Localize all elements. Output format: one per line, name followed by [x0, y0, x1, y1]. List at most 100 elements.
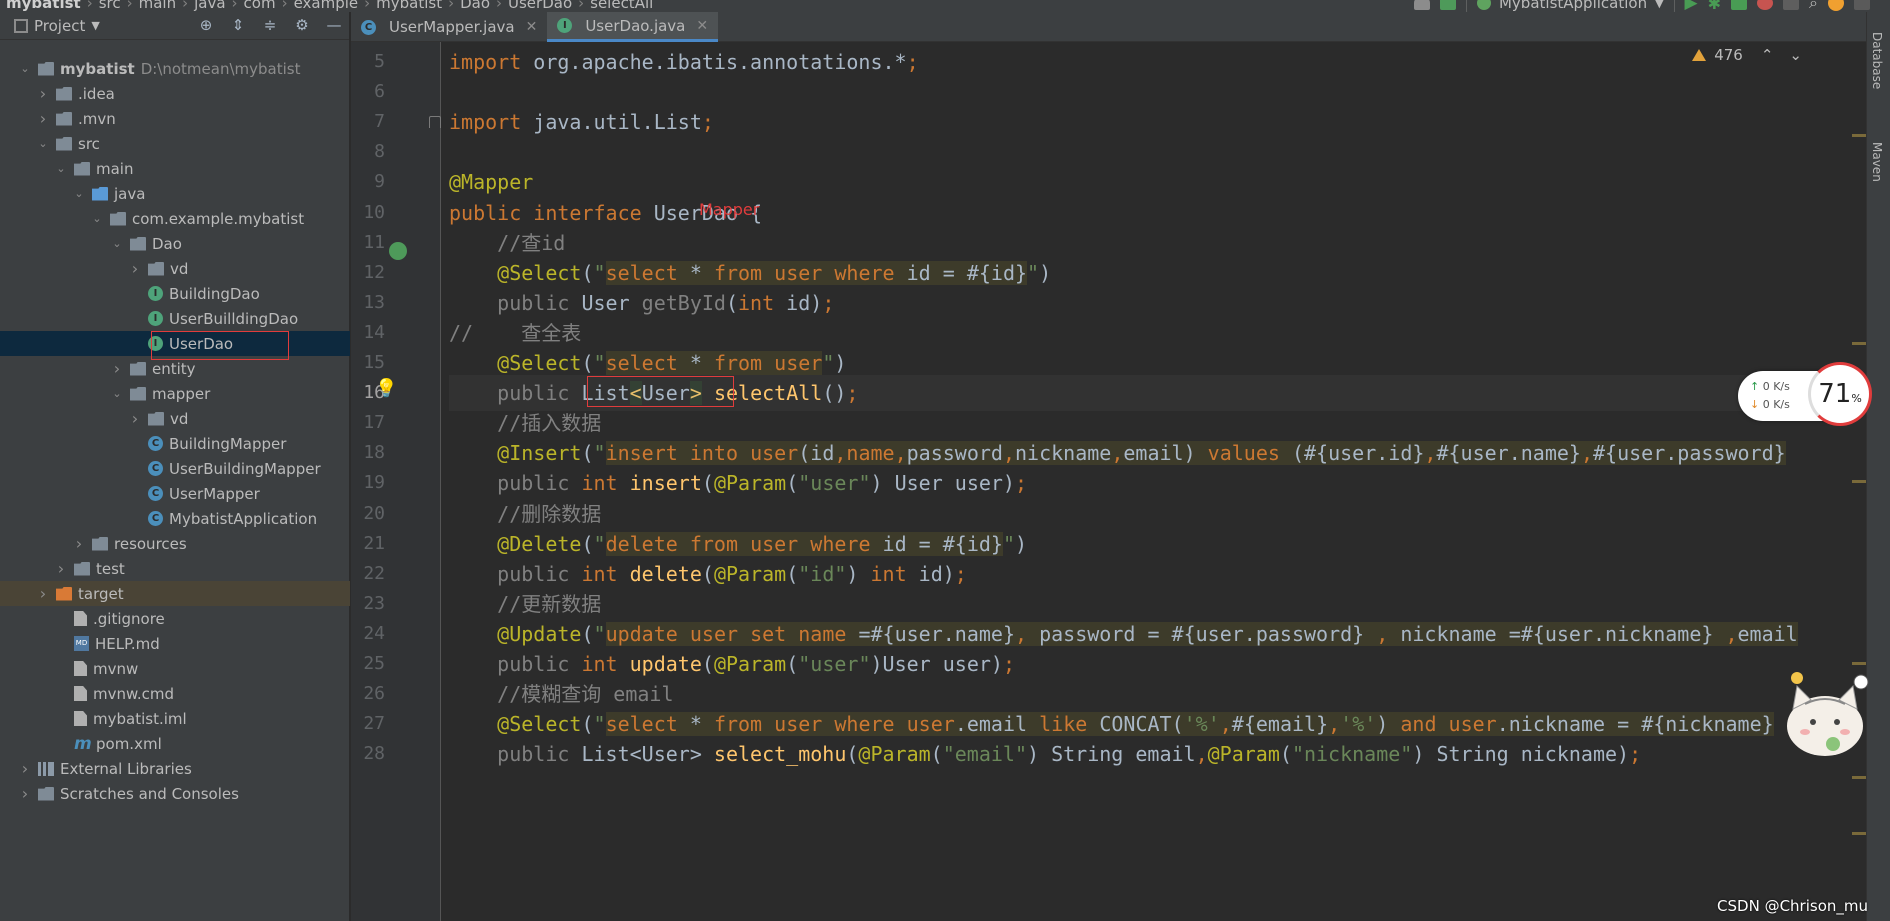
- chevron-down-icon[interactable]: ⌄: [54, 162, 68, 176]
- chevron-right-icon[interactable]: ›: [36, 584, 50, 603]
- tree-item-scratches-and-consoles[interactable]: › Scratches and Consoles: [0, 781, 350, 806]
- chevron-down-icon[interactable]: ⌄: [18, 62, 32, 76]
- stop-icon[interactable]: [1783, 0, 1800, 10]
- chevron-down-icon[interactable]: ⌄: [36, 137, 50, 151]
- tab-usermapper-java[interactable]: C UserMapper.java ✕: [351, 12, 547, 42]
- tree-item-src[interactable]: ⌄ src: [0, 131, 350, 156]
- breadcrumb-item[interactable]: com: [238, 0, 282, 12]
- breadcrumb-item[interactable]: UserDao: [502, 0, 578, 12]
- chevron-right-icon[interactable]: ›: [72, 534, 86, 553]
- code-line[interactable]: import java.util.List;: [449, 104, 714, 140]
- chevron-down-icon[interactable]: ⌄: [90, 212, 104, 226]
- tab-userdao-java[interactable]: I UserDao.java ✕: [547, 12, 719, 42]
- tree-item-java[interactable]: ⌄ java: [0, 181, 350, 206]
- tree-item-main[interactable]: ⌄ main: [0, 156, 350, 181]
- tree-item-target[interactable]: › target: [0, 581, 350, 606]
- tree-item-test[interactable]: › test: [0, 556, 350, 581]
- upload-speed: ↑ 0 K/s: [1750, 380, 1790, 393]
- tree-item-label: Dao: [152, 234, 182, 253]
- tree-item-mvnw-cmd[interactable]: mvnw.cmd: [0, 681, 350, 706]
- tree-item-userbuildingmapper[interactable]: C UserBuildingMapper: [0, 456, 350, 481]
- breadcrumb-item[interactable]: java: [188, 0, 231, 12]
- fold-marker[interactable]: [429, 116, 441, 128]
- tree-item-label: mapper: [152, 384, 211, 403]
- update-icon[interactable]: [1828, 0, 1844, 11]
- tree-item-resources[interactable]: › resources: [0, 531, 350, 556]
- locate-icon[interactable]: ⊕: [197, 16, 215, 34]
- tree-item-vd[interactable]: › vd: [0, 406, 350, 431]
- chevron-right-icon[interactable]: ›: [36, 109, 50, 128]
- run-configuration-select[interactable]: MybatistApplication ▼: [1465, 0, 1675, 12]
- gear-icon[interactable]: ⚙: [293, 16, 311, 34]
- chevron-right-icon[interactable]: ›: [18, 784, 32, 803]
- code-line[interactable]: public List<User> select_mohu(@Param("em…: [449, 736, 1641, 772]
- tree-item-entity[interactable]: › entity: [0, 356, 350, 381]
- coverage-icon[interactable]: [1731, 0, 1748, 10]
- settings-icon[interactable]: [1854, 0, 1870, 10]
- breadcrumb-item[interactable]: main: [133, 0, 182, 12]
- tree-item-mapper[interactable]: ⌄ mapper: [0, 381, 350, 406]
- chevron-right-icon[interactable]: ›: [128, 409, 142, 428]
- close-icon[interactable]: ✕: [696, 18, 708, 34]
- tree-item-gitignore[interactable]: .gitignore: [0, 606, 350, 631]
- code-editor[interactable]: 5 6 7 8 9 10 11 12 13 14 15 16 17 18 19 20 21 22 23 24 25 26 2…: [351, 42, 1866, 921]
- folder-icon: [130, 361, 146, 376]
- maven-tool-tab[interactable]: Maven: [1870, 142, 1884, 182]
- tree-item-help-md[interactable]: MD HELP.md: [0, 631, 350, 656]
- code-area[interactable]: import org.apache.ibatis.annotations.*; i…: [449, 42, 1866, 921]
- tree-item-userdao[interactable]: I UserDao: [0, 331, 350, 356]
- hide-icon[interactable]: —: [325, 16, 343, 34]
- chevron-down-icon[interactable]: ⌄: [72, 187, 86, 201]
- chevron-right-icon[interactable]: ›: [18, 759, 32, 778]
- close-icon[interactable]: ✕: [526, 19, 538, 35]
- tree-item-usermapper[interactable]: C UserMapper: [0, 481, 350, 506]
- breadcrumb-item[interactable]: Dao: [454, 0, 496, 12]
- tree-item-dao[interactable]: ⌄ Dao: [0, 231, 350, 256]
- bulb-icon[interactable]: 💡: [375, 378, 397, 399]
- collapse-all-icon[interactable]: ≑: [261, 16, 279, 34]
- tree-item-pom-xml[interactable]: m pom.xml: [0, 731, 350, 756]
- tree-item-mybatist-iml[interactable]: mybatist.iml: [0, 706, 350, 731]
- tree-item-mvn[interactable]: › .mvn: [0, 106, 350, 131]
- breadcrumb-item[interactable]: mybatist: [0, 0, 87, 12]
- markdown-icon: MD: [74, 636, 89, 651]
- tree-item-mybatistapplication[interactable]: C MybatistApplication: [0, 506, 350, 531]
- search-icon[interactable]: ⌕: [1809, 0, 1818, 12]
- run-icon[interactable]: ▶: [1685, 0, 1698, 12]
- tab-label: UserDao.java: [585, 16, 686, 35]
- chevron-right-icon[interactable]: ›: [54, 559, 68, 578]
- user-icon[interactable]: [1413, 0, 1430, 10]
- tree-item-buildingdao[interactable]: I BuildingDao: [0, 281, 350, 306]
- project-view-selector[interactable]: Project ▼: [14, 17, 100, 35]
- chevron-down-icon[interactable]: ⌄: [110, 237, 124, 251]
- tree-item-buildingmapper[interactable]: C BuildingMapper: [0, 431, 350, 456]
- breadcrumb-item[interactable]: src: [93, 0, 127, 12]
- toolbar-right: MybatistApplication ▼ ▶ ✱ ⌕: [1413, 0, 1890, 12]
- chevron-down-icon[interactable]: ⌄: [1789, 46, 1802, 64]
- database-tool-tab[interactable]: Database: [1870, 32, 1884, 89]
- tree-item-com-example-mybatist[interactable]: ⌄ com.example.mybatist: [0, 206, 350, 231]
- tree-item-vd[interactable]: › vd: [0, 256, 350, 281]
- chevron-right-icon[interactable]: ›: [110, 359, 124, 378]
- tree-item-userbuilldingdao[interactable]: I UserBuilldingDao: [0, 306, 350, 331]
- code-line[interactable]: import org.apache.ibatis.annotations.*;: [449, 44, 919, 80]
- chevron-up-icon[interactable]: ⌃: [1761, 46, 1774, 64]
- chevron-right-icon[interactable]: ›: [36, 84, 50, 103]
- tree-item-external-libraries[interactable]: › External Libraries: [0, 756, 350, 781]
- gauge-percent-sign: %: [1851, 391, 1862, 405]
- folder-icon: [74, 161, 90, 176]
- mybatis-navigate-icon[interactable]: [389, 242, 407, 264]
- build-hammer-icon[interactable]: [1439, 0, 1456, 10]
- breadcrumb-item[interactable]: mybatist: [370, 0, 448, 12]
- tree-item-idea[interactable]: › .idea: [0, 81, 350, 106]
- breadcrumb-item[interactable]: example: [288, 0, 365, 12]
- debug-icon[interactable]: ✱: [1708, 0, 1721, 12]
- tree-item-mybatist[interactable]: ⌄ mybatist D:\notmean\mybatist: [0, 56, 350, 81]
- chevron-right-icon[interactable]: ›: [128, 259, 142, 278]
- profile-icon[interactable]: [1757, 0, 1774, 10]
- breadcrumb-item[interactable]: selectAll: [584, 0, 659, 12]
- expand-all-icon[interactable]: ⇕: [229, 16, 247, 34]
- inspection-widget[interactable]: 476 ⌃ ⌄: [1692, 46, 1802, 64]
- tree-item-mvnw[interactable]: mvnw: [0, 656, 350, 681]
- chevron-down-icon[interactable]: ⌄: [110, 387, 124, 401]
